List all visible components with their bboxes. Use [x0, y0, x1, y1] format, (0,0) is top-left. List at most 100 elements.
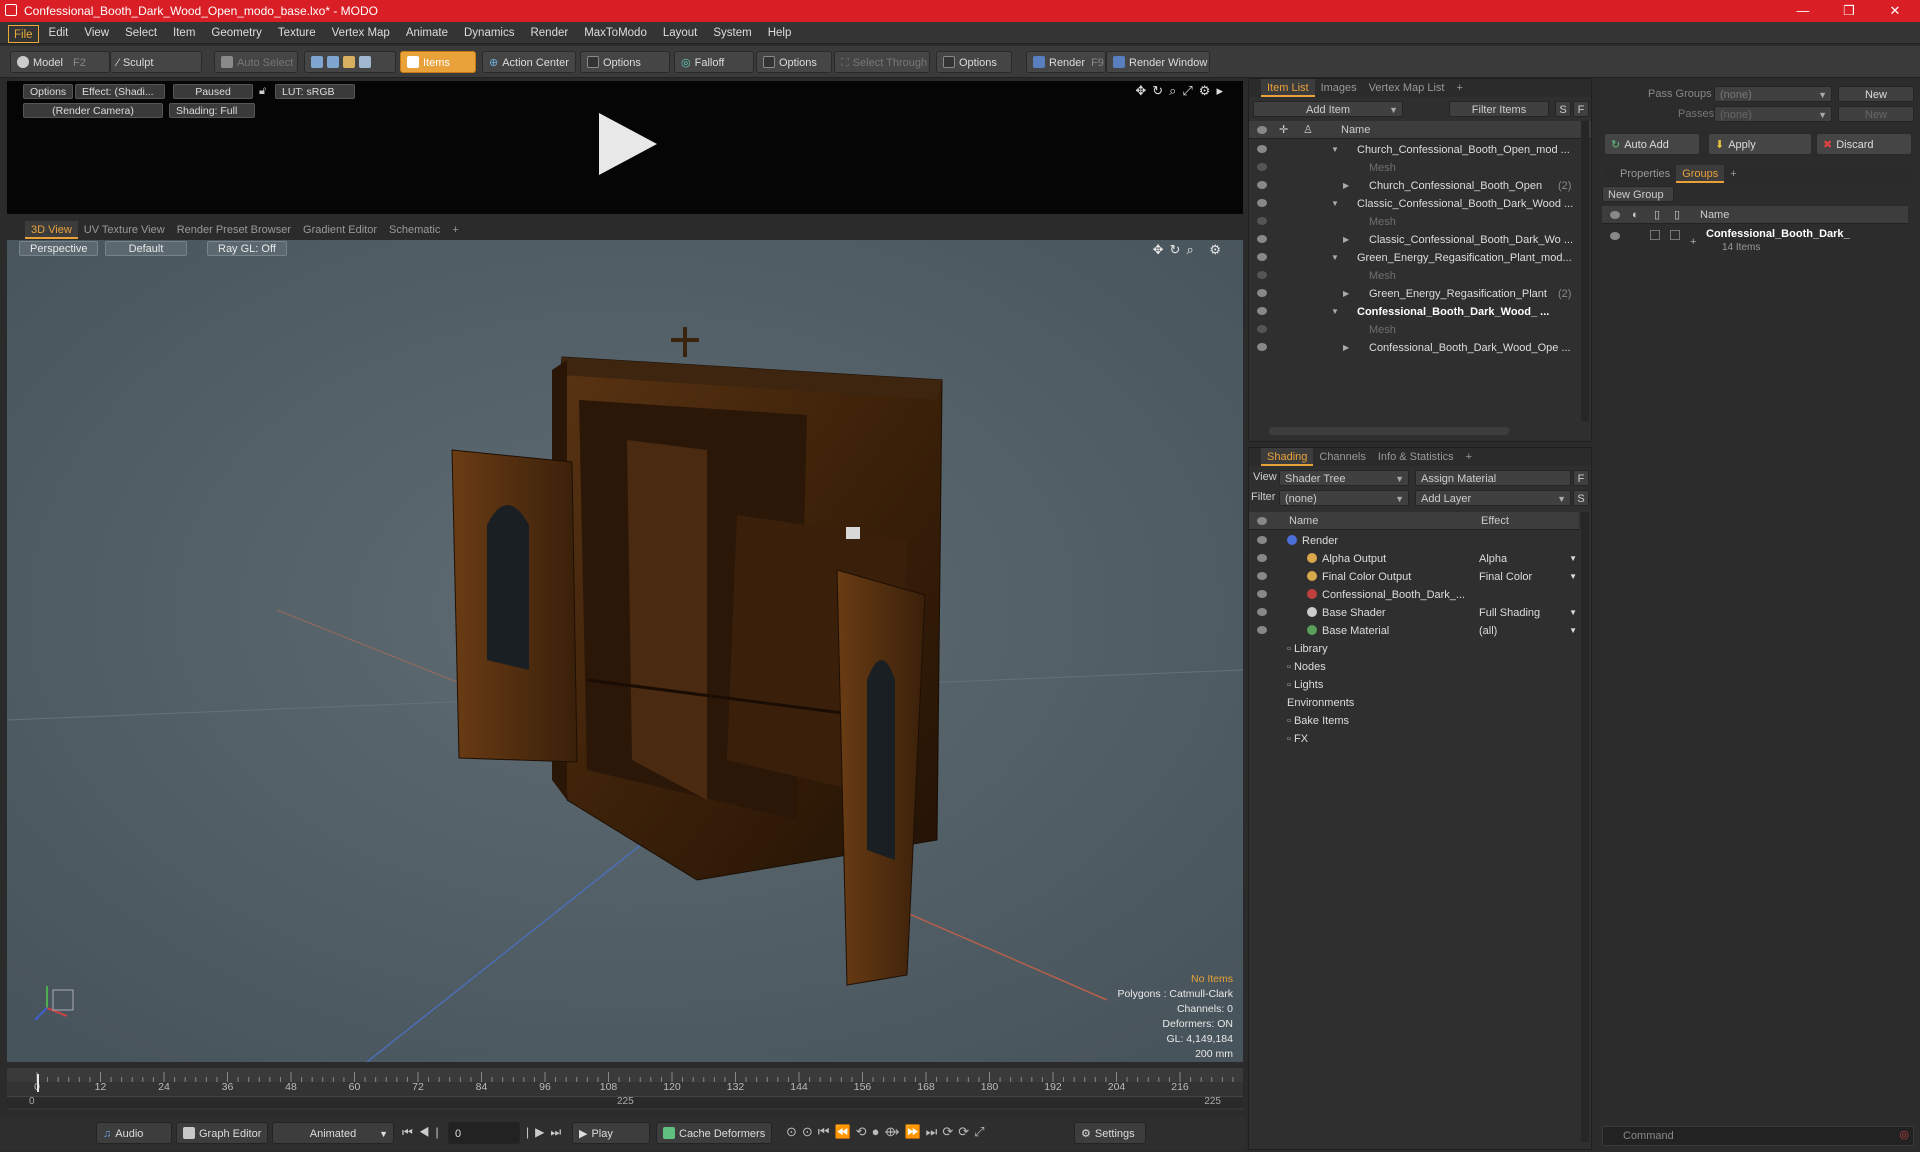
mesh-item-row[interactable]: Mesh — [1249, 321, 1579, 339]
item-list-horizontal-scrollbar[interactable] — [1269, 427, 1509, 435]
filter-s-toggle[interactable]: S — [1555, 101, 1571, 117]
new-pass-button[interactable]: New — [1838, 106, 1914, 122]
minimize-button[interactable]: — — [1783, 2, 1823, 20]
menu-geometry[interactable]: Geometry — [203, 22, 270, 44]
play-icon[interactable] — [591, 109, 661, 179]
perspective-dropdown[interactable]: Perspective — [19, 241, 99, 256]
item-row[interactable]: ▼ Green_Energy_Regasification_Plant_mod..… — [1249, 249, 1579, 267]
lut-dropdown[interactable]: LUT: sRGB — [275, 84, 355, 99]
item-list-vertical-scrollbar[interactable] — [1581, 121, 1589, 421]
shading-dropdown[interactable]: Shading: Full — [169, 103, 255, 118]
visibility-icon[interactable] — [1257, 608, 1267, 616]
menu-layout[interactable]: Layout — [655, 22, 706, 44]
add-tab-button[interactable]: + — [1450, 79, 1468, 97]
pass-groups-dropdown[interactable]: (none) ▼ — [1714, 86, 1832, 102]
frame-input[interactable]: 0 — [448, 1122, 520, 1144]
animated-dropdown[interactable]: Animated ▼ — [272, 1122, 394, 1144]
view-dropdown[interactable]: Shader Tree ▼ — [1279, 470, 1409, 486]
shader-tree-row[interactable]: ▫ Library — [1249, 640, 1579, 658]
add-tab-button[interactable]: + — [1460, 448, 1478, 466]
lock-icon[interactable]: 🔓︎ — [259, 85, 266, 98]
effect-dropdown[interactable]: Alpha ▼ — [1479, 550, 1579, 568]
effect-dropdown[interactable]: (all) ▼ — [1479, 622, 1579, 640]
default-style-dropdown[interactable]: Default — [105, 241, 187, 256]
name-column-header[interactable]: Name — [1341, 121, 1370, 139]
visibility-icon[interactable] — [1257, 181, 1267, 189]
shader-tree-row[interactable]: Environments — [1249, 694, 1579, 712]
falloff-button[interactable]: ◎ Falloff — [674, 51, 754, 73]
collapse-arrow-icon[interactable]: ▼ — [1331, 141, 1339, 159]
visibility-icon[interactable] — [1257, 163, 1267, 171]
collapse-arrow-icon[interactable]: ▼ — [1331, 195, 1339, 213]
shader-tree-row[interactable]: Confessional_Booth_Dark_... — [1249, 586, 1579, 604]
tab-groups[interactable]: Groups — [1676, 165, 1725, 183]
menu-item[interactable]: Item — [165, 22, 203, 44]
lock-checkbox[interactable] — [1650, 230, 1660, 240]
effect-column-header[interactable]: Effect — [1481, 512, 1509, 530]
select-through-button[interactable]: ⛶ Select Through — [834, 51, 930, 73]
shader-tree-row[interactable]: ▫ Lights — [1249, 676, 1579, 694]
add-tab-button[interactable]: + — [446, 221, 464, 239]
preview-nav-icons[interactable]: ✥↻⌕⤢⚙▸ — [1135, 83, 1229, 99]
item-row[interactable]: ▼ Church_Confessional_Booth_Open_mod ... — [1249, 141, 1579, 159]
viewport-nav-icons[interactable]: ✥↻⌕ ⚙ — [1153, 242, 1227, 258]
tab-render-preset-browser[interactable]: Render Preset Browser — [171, 221, 297, 239]
menu-view[interactable]: View — [76, 22, 117, 44]
tab-properties[interactable]: Properties — [1614, 165, 1676, 183]
key-tools-icons[interactable]: ⊙⊙⏮⏪⟲●⟴⏩⏭⟳⟳⤢ — [786, 1124, 990, 1140]
mesh-item-row[interactable]: Mesh — [1249, 267, 1579, 285]
item-row[interactable]: ▶ Church_Confessional_Booth_Open (2) — [1249, 177, 1579, 195]
effect-dropdown[interactable]: Final Color ▼ — [1479, 568, 1579, 586]
visibility-icon[interactable] — [1257, 199, 1267, 207]
shader-tree-row[interactable]: ▫ Bake Items — [1249, 712, 1579, 730]
group-row[interactable]: + Confessional_Booth_Dark_ 14 Items — [1602, 226, 1908, 260]
timeline-range-bar[interactable]: 0 225 225 — [7, 1096, 1243, 1108]
select-checkbox[interactable] — [1670, 230, 1680, 240]
timeline[interactable]: 0122436486072849610812013214415616818019… — [7, 1068, 1243, 1110]
shader-tree-row[interactable]: ▫ Nodes — [1249, 658, 1579, 676]
filter-f-toggle[interactable]: F — [1573, 101, 1589, 117]
tab-item-list[interactable]: Item List — [1261, 79, 1315, 97]
command-icon[interactable]: ◎ — [1899, 1128, 1909, 1141]
expand-arrow-icon[interactable]: ▶ — [1343, 177, 1349, 195]
audio-button[interactable]: ♫ Audio — [96, 1122, 172, 1144]
model-mode-button[interactable]: Model F2 — [10, 51, 110, 73]
maximize-button[interactable]: ❐ — [1829, 2, 1869, 20]
visibility-icon[interactable] — [1257, 145, 1267, 153]
graph-editor-button[interactable]: Graph Editor — [176, 1122, 268, 1144]
add-layer-dropdown[interactable]: Add Layer ▼ — [1415, 490, 1571, 506]
tab-info-statistics[interactable]: Info & Statistics — [1372, 448, 1460, 466]
expand-arrow-icon[interactable]: ▶ — [1343, 339, 1349, 357]
render-window-button[interactable]: Render Window — [1106, 51, 1210, 73]
visibility-icon[interactable] — [1610, 232, 1620, 240]
mesh-item-row[interactable]: Mesh — [1249, 213, 1579, 231]
new-pass-group-button[interactable]: New — [1838, 86, 1914, 102]
visibility-icon[interactable] — [1257, 307, 1267, 315]
filter-dropdown[interactable]: (none) ▼ — [1279, 490, 1409, 506]
visibility-icon[interactable] — [1257, 289, 1267, 297]
vertex-mode-icon[interactable] — [311, 56, 323, 68]
shader-tree-row[interactable]: ▫ FX — [1249, 730, 1579, 748]
menu-help[interactable]: Help — [760, 22, 800, 44]
shader-tree-row[interactable]: Render — [1249, 532, 1579, 550]
filter-items-field[interactable]: Filter Items — [1449, 101, 1549, 117]
menu-edit[interactable]: Edit — [41, 22, 77, 44]
menu-vertex-map[interactable]: Vertex Map — [324, 22, 398, 44]
visibility-icon[interactable] — [1257, 572, 1267, 580]
shader-tree-row[interactable]: Base Material (all) ▼ — [1249, 622, 1579, 640]
render-button[interactable]: Render F9 — [1026, 51, 1106, 73]
collapse-arrow-icon[interactable]: ▼ — [1331, 249, 1339, 267]
material-mode-icon[interactable] — [359, 56, 371, 68]
action-center-button[interactable]: ⊕ Action Center — [482, 51, 576, 73]
passes-dropdown[interactable]: (none) ▼ — [1714, 106, 1832, 122]
shader-tree-row[interactable]: Alpha Output Alpha ▼ — [1249, 550, 1579, 568]
raygl-dropdown[interactable]: Ray GL: Off — [207, 241, 287, 256]
falloff-options-button[interactable]: Options — [756, 51, 832, 73]
expand-arrow-icon[interactable]: ▶ — [1343, 231, 1349, 249]
visibility-icon[interactable] — [1257, 590, 1267, 598]
visibility-icon[interactable] — [1257, 271, 1267, 279]
expand-plus-icon[interactable]: + — [1690, 236, 1696, 248]
visibility-icon[interactable] — [1257, 325, 1267, 333]
skip-prev-buttons[interactable]: ⏮◀| — [402, 1125, 445, 1140]
visibility-icon[interactable] — [1257, 626, 1267, 634]
